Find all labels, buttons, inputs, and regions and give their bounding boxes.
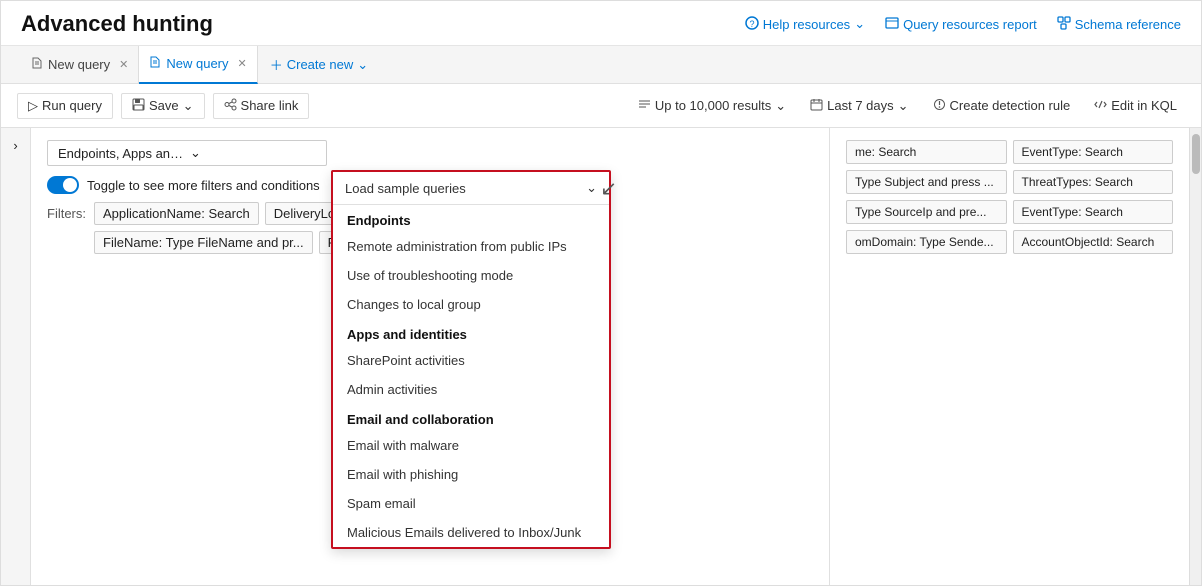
chevron-right-icon: › (13, 138, 17, 153)
scrollbar[interactable] (1189, 128, 1201, 585)
help-resources-button[interactable]: ? Help resources ⌄ (745, 16, 865, 33)
tab-new-query-1[interactable]: New query ✕ (21, 46, 139, 84)
dropdown-header: Load sample queries ⌄ ↙ (333, 172, 609, 205)
tab-close-button-2[interactable]: ✕ (238, 57, 247, 70)
play-icon: ▷ (28, 98, 38, 114)
toggle-thumb (63, 178, 77, 192)
sidebar-toggle-button[interactable]: › (1, 128, 31, 585)
save-icon (132, 98, 145, 114)
calendar-icon (810, 98, 823, 114)
query-tab-icon-2 (149, 56, 161, 71)
chevron-down-scope: ⌄ (190, 145, 316, 161)
help-icon: ? (745, 16, 759, 33)
header-actions: ? Help resources ⌄ Query resources repor… (745, 16, 1181, 33)
toolbar: ▷ Run query Save ⌄ Share link Up to 10,0… (1, 84, 1201, 128)
right-filter-0[interactable]: me: Search (846, 140, 1007, 164)
save-label: Save (149, 98, 179, 113)
toolbar-right: Up to 10,000 results ⌄ Last 7 days ⌄ Cre… (630, 94, 1185, 118)
share-icon (224, 98, 237, 114)
tab-new-query-2[interactable]: New query ✕ (139, 46, 257, 84)
filter-row: Endpoints, Apps and identities - Activit… (47, 140, 813, 166)
item-local-group[interactable]: Changes to local group (333, 290, 609, 319)
query-tab-icon (31, 57, 43, 72)
category-apps: Apps and identities (333, 319, 609, 346)
filter-tag-0[interactable]: ApplicationName: Search (94, 202, 259, 225)
scope-dropdown-value: Endpoints, Apps and identities - Activit… (58, 146, 184, 161)
right-filter-3[interactable]: ThreatTypes: Search (1013, 170, 1174, 194)
app-header: Advanced hunting ? Help resources ⌄ Quer… (1, 1, 1201, 46)
edit-kql-button[interactable]: Edit in KQL (1086, 94, 1185, 118)
help-resources-label: Help resources (763, 17, 850, 32)
right-filter-6[interactable]: omDomain: Type Sende... (846, 230, 1007, 254)
item-remote-admin[interactable]: Remote administration from public IPs (333, 232, 609, 261)
right-filter-5[interactable]: EventType: Search (1013, 200, 1174, 224)
share-link-label: Share link (241, 98, 299, 113)
run-query-button[interactable]: ▷ Run query (17, 93, 113, 119)
category-email: Email and collaboration (333, 404, 609, 431)
toggle-label: Toggle to see more filters and condition… (87, 178, 320, 193)
tab-label-2: New query (166, 56, 228, 71)
create-new-label: Create new (287, 57, 353, 72)
query-icon (885, 16, 899, 33)
query-area: Endpoints, Apps and identities - Activit… (31, 128, 829, 585)
right-filter-1[interactable]: EventType: Search (1013, 140, 1174, 164)
dropdown-items: Endpoints Remote administration from pub… (333, 205, 609, 547)
item-phishing[interactable]: Email with phishing (333, 460, 609, 489)
plus-icon: ＋ (270, 55, 283, 74)
chevron-time: ⌄ (898, 98, 909, 114)
item-troubleshoot[interactable]: Use of troubleshooting mode (333, 261, 609, 290)
item-sharepoint[interactable]: SharePoint activities (333, 346, 609, 375)
dropdown-header-label: Load sample queries (345, 181, 466, 196)
item-spam[interactable]: Spam email (333, 489, 609, 518)
schema-reference-button[interactable]: Schema reference (1057, 16, 1181, 33)
results-limit-label: Up to 10,000 results (655, 98, 771, 113)
item-malicious-emails[interactable]: Malicious Emails delivered to Inbox/Junk (333, 518, 609, 547)
page-title: Advanced hunting (21, 11, 213, 37)
share-link-button[interactable]: Share link (213, 93, 310, 119)
right-filter-2[interactable]: Type Subject and press ... (846, 170, 1007, 194)
tab-label: New query (48, 57, 110, 72)
run-query-label: Run query (42, 98, 102, 113)
chevron-results: ⌄ (775, 98, 786, 114)
detection-icon (933, 98, 946, 114)
main-area: › Endpoints, Apps and identities - Activ… (1, 128, 1201, 585)
scrollbar-thumb[interactable] (1192, 134, 1200, 174)
item-admin[interactable]: Admin activities (333, 375, 609, 404)
tab-bar: New query ✕ New query ✕ ＋ Create new ⌄ (1, 46, 1201, 84)
chevron-dropdown: ⌄ (586, 180, 597, 196)
category-endpoints: Endpoints (333, 205, 609, 232)
right-filters-panel: me: Search EventType: Search Type Subjec… (829, 128, 1189, 585)
edit-kql-label: Edit in KQL (1111, 98, 1177, 113)
query-resources-button[interactable]: Query resources report (885, 16, 1037, 33)
results-limit-button[interactable]: Up to 10,000 results ⌄ (630, 94, 794, 118)
chevron-down-icon: ⌄ (854, 16, 865, 32)
save-button[interactable]: Save ⌄ (121, 93, 205, 119)
schema-reference-label: Schema reference (1075, 17, 1181, 32)
time-range-button[interactable]: Last 7 days ⌄ (802, 94, 916, 118)
svg-text:?: ? (749, 19, 754, 29)
results-icon (638, 98, 651, 114)
time-range-label: Last 7 days (827, 98, 894, 113)
filter-tag-2[interactable]: FileName: Type FileName and pr... (94, 231, 313, 254)
create-detection-label: Create detection rule (950, 98, 1071, 113)
chevron-down-icon-tab: ⌄ (357, 57, 368, 73)
create-new-button[interactable]: ＋ Create new ⌄ (258, 46, 380, 84)
item-malware[interactable]: Email with malware (333, 431, 609, 460)
tab-close-button[interactable]: ✕ (119, 58, 128, 71)
chevron-down-save: ⌄ (183, 98, 194, 114)
scope-dropdown[interactable]: Endpoints, Apps and identities - Activit… (47, 140, 327, 166)
sample-queries-dropdown: Load sample queries ⌄ ↙ Endpoints Remote… (331, 170, 611, 549)
right-filter-4[interactable]: Type SourceIp and pre... (846, 200, 1007, 224)
query-resources-label: Query resources report (903, 17, 1037, 32)
cursor-icon: ↙ (600, 176, 617, 201)
filters-label: Filters: (47, 206, 86, 221)
schema-icon (1057, 16, 1071, 33)
kql-icon (1094, 98, 1107, 114)
filters-toggle[interactable] (47, 176, 79, 194)
right-filter-7[interactable]: AccountObjectId: Search (1013, 230, 1174, 254)
create-detection-button[interactable]: Create detection rule (925, 94, 1079, 118)
right-filter-grid: me: Search EventType: Search Type Subjec… (846, 140, 1173, 254)
